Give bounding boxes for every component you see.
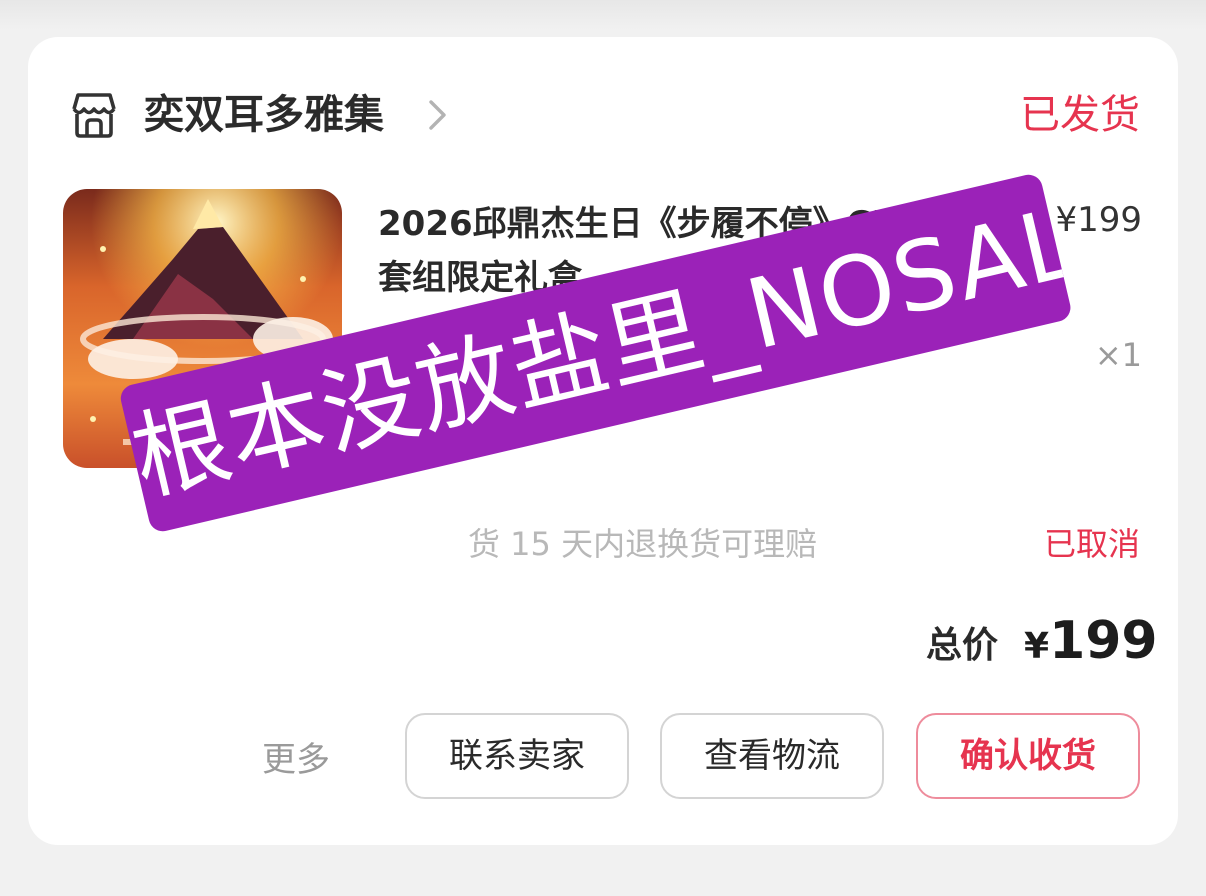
- product-price: ¥199: [1055, 200, 1142, 240]
- top-shadow: [0, 0, 1206, 30]
- service-status: 已取消: [1043, 525, 1140, 563]
- order-status: 已发货: [1020, 92, 1140, 138]
- confirm-receipt-button[interactable]: 确认收货: [916, 713, 1140, 799]
- total-amount: 199: [1049, 611, 1158, 671]
- view-logistics-button[interactable]: 查看物流: [660, 713, 884, 799]
- product-quantity: ×1: [1094, 336, 1142, 374]
- total-label: 总价: [926, 625, 999, 666]
- chevron-right-icon[interactable]: [426, 97, 450, 133]
- total-price: ¥199: [1024, 609, 1158, 679]
- shop-icon[interactable]: [68, 89, 120, 141]
- contact-seller-button[interactable]: 联系卖家: [405, 713, 629, 799]
- total-currency: ¥: [1024, 626, 1050, 667]
- more-button[interactable]: 更多: [262, 737, 330, 783]
- service-description: 货 15 天内退换货可理赔: [468, 525, 818, 563]
- shop-name[interactable]: 奕双耳多雅集: [144, 87, 384, 143]
